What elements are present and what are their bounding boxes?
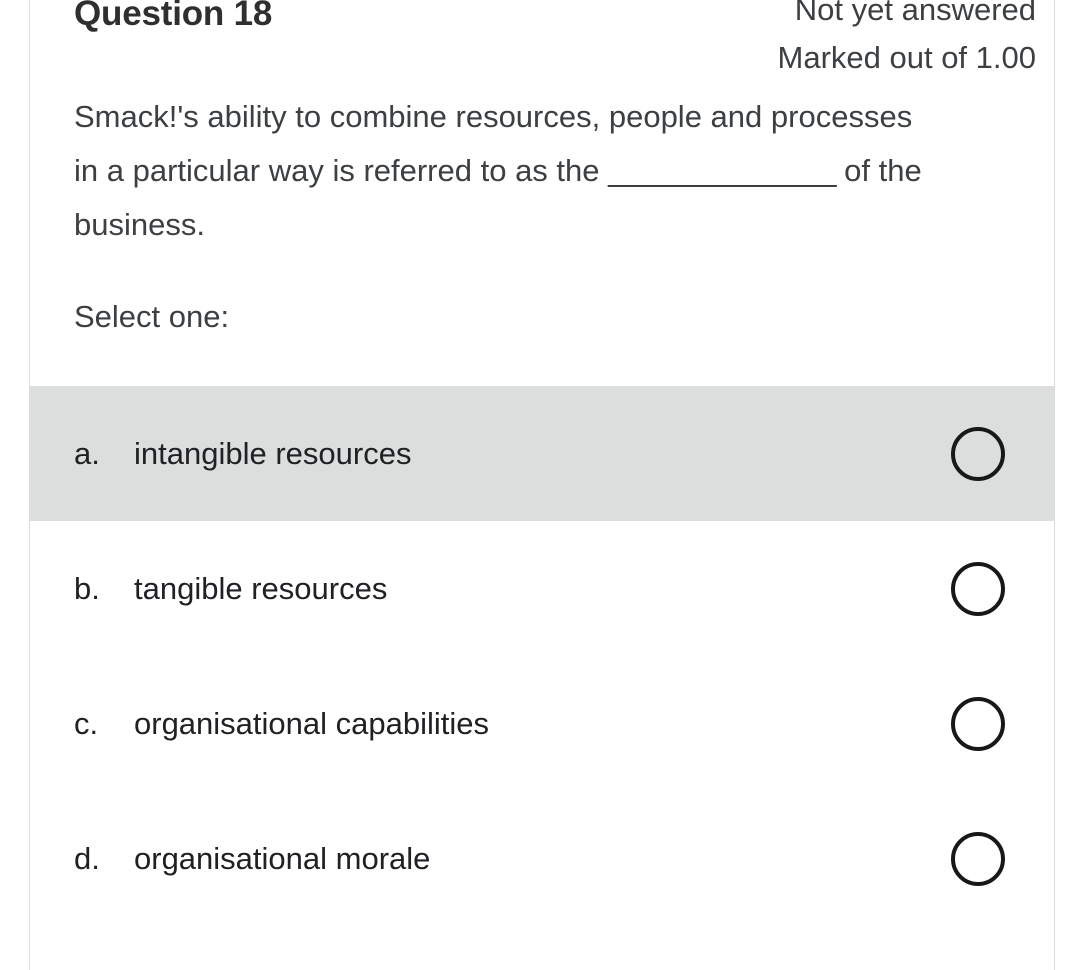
marks-text: Marked out of 1.00 [777, 40, 1037, 75]
answer-letter-d: d. [74, 841, 100, 876]
answer-label-a: a. intangible resources [74, 438, 951, 469]
answer-letter-a: a. [74, 436, 100, 471]
status-badge: Not yet answered [794, 0, 1036, 27]
answer-option-b[interactable]: b. tangible resources [30, 521, 1054, 656]
answer-option-c[interactable]: c. organisational capabilities [30, 656, 1054, 791]
answer-option-d[interactable]: d. organisational morale [30, 791, 1054, 926]
answer-letter-b: b. [74, 571, 100, 606]
answer-text-b: tangible resources [134, 571, 388, 606]
question-blank: ______________ [608, 153, 836, 188]
question-card: Question 18 Not yet answered Marked out … [29, 0, 1055, 970]
answer-label-c: c. organisational capabilities [74, 708, 951, 739]
answer-letter-c: c. [74, 706, 99, 741]
radio-button-c-icon[interactable] [951, 696, 1005, 751]
radio-button-a-icon[interactable] [951, 426, 1005, 481]
page-title: Question 18 [74, 0, 273, 33]
question-header: Question 18 Not yet answered Marked out … [30, 0, 1054, 90]
question-info: Not yet answered Marked out of 1.00 [778, 0, 1037, 82]
answer-text-c: organisational capabilities [134, 706, 490, 741]
question-text-line-1: Smack!'s ability to combine resources, p… [74, 99, 763, 134]
radio-button-d-icon[interactable] [951, 831, 1005, 886]
answer-text-a: intangible resources [134, 436, 412, 471]
question-body: Smack!'s ability to combine resources, p… [30, 90, 1054, 344]
select-one-prompt: Select one: [74, 299, 230, 334]
answer-text-d: organisational morale [134, 841, 431, 876]
answer-label-d: d. organisational morale [74, 843, 951, 874]
question-text: Smack!'s ability to combine resources, p… [74, 90, 944, 252]
answer-options-list: a. intangible resources b. tangible reso… [30, 386, 1054, 926]
answer-label-b: b. tangible resources [74, 573, 951, 604]
radio-button-b-icon[interactable] [951, 561, 1005, 616]
answer-option-a[interactable]: a. intangible resources [30, 386, 1054, 521]
